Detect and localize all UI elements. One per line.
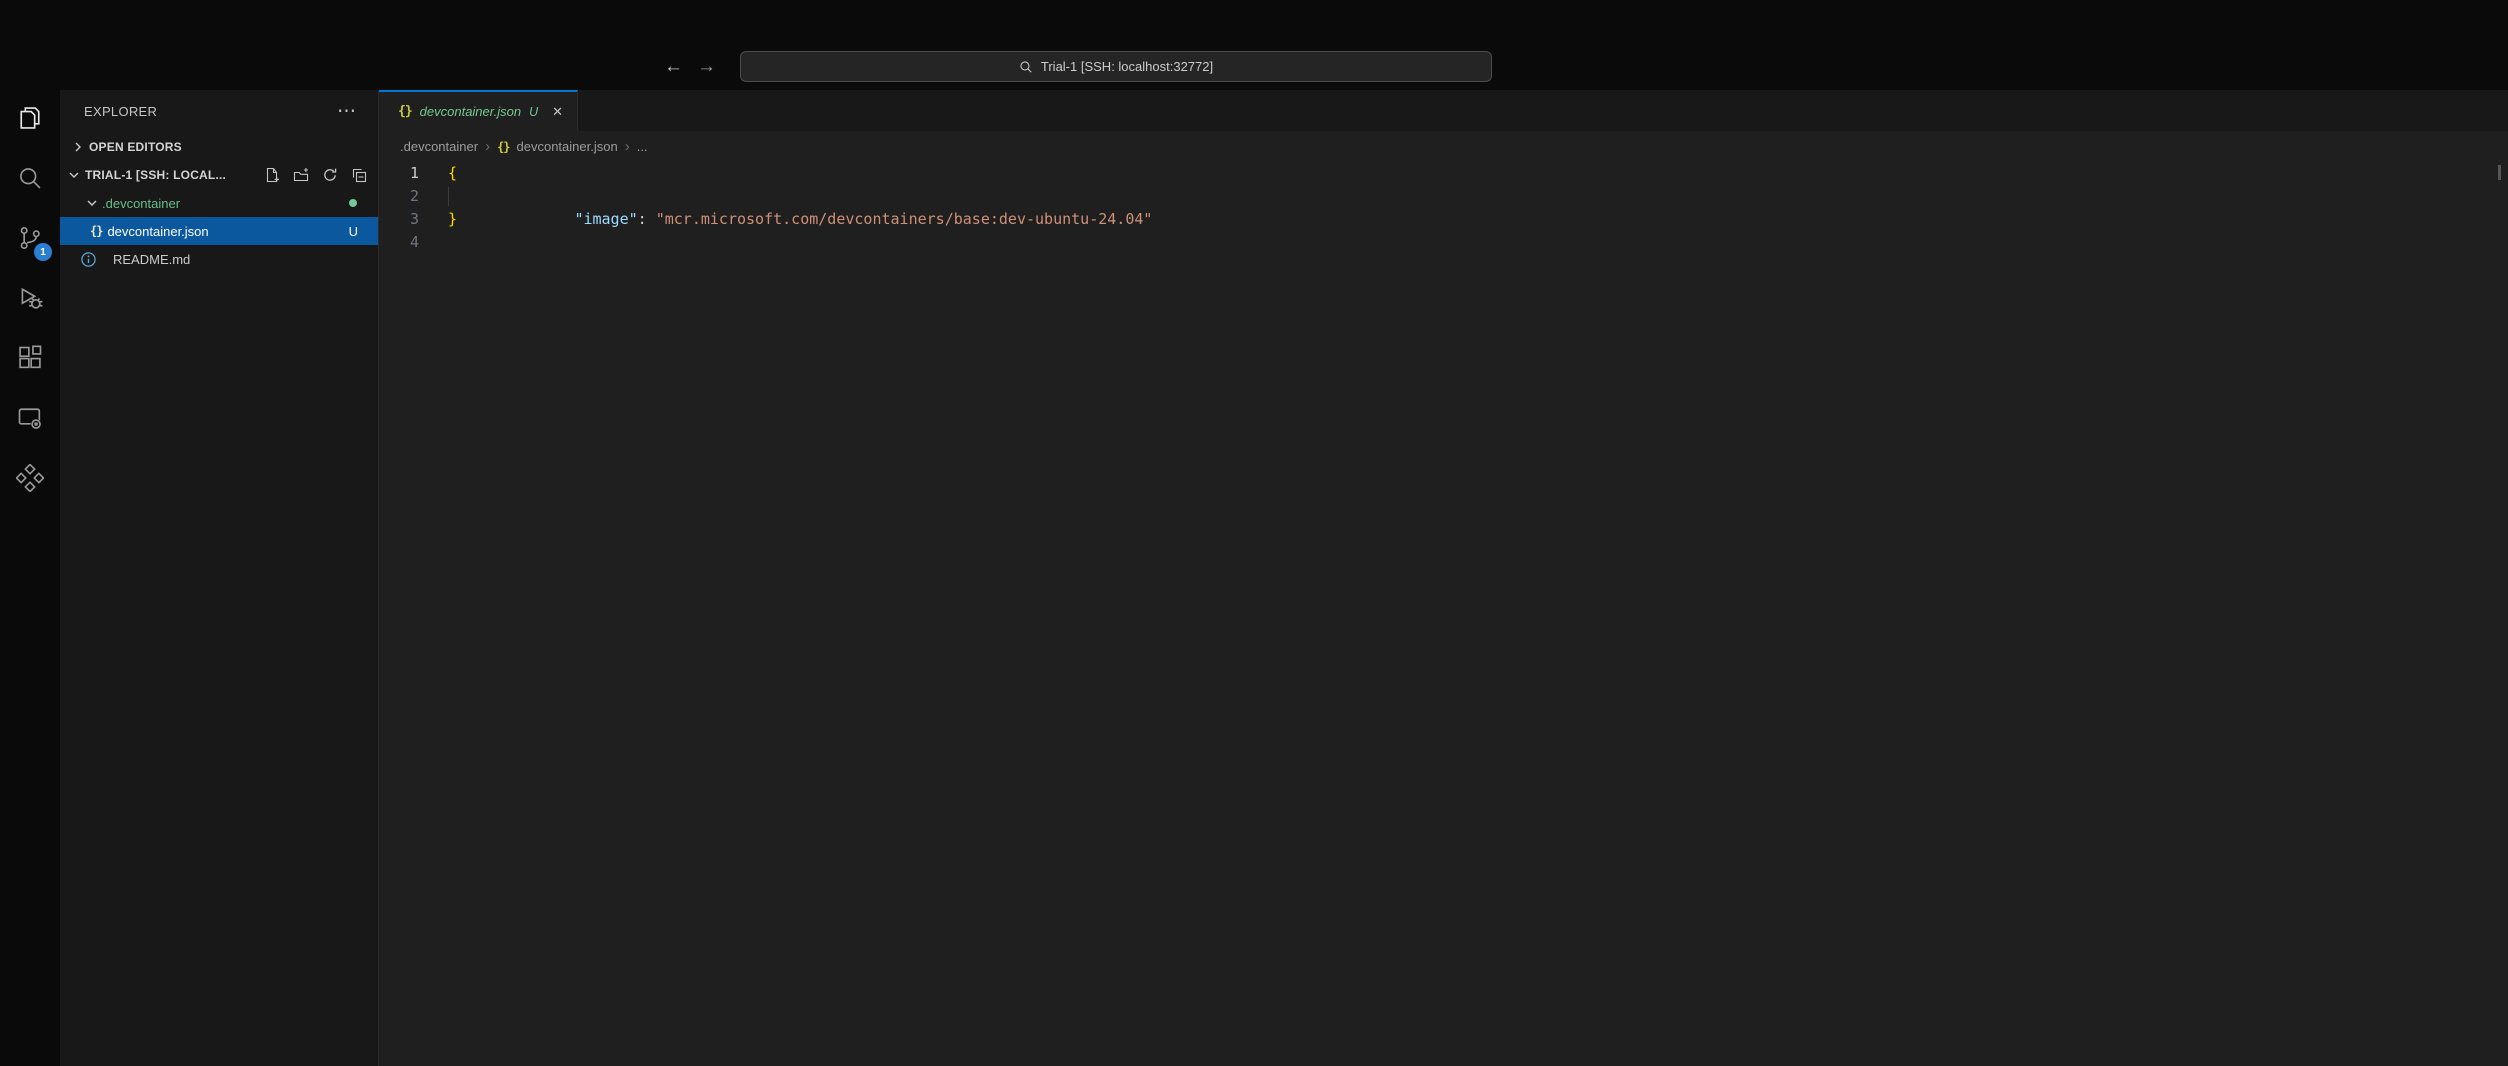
explorer-sidebar: EXPLORER ⋯ OPEN EDITORS TRIAL-1 [SSH: LO… [60, 90, 379, 1066]
tab-label: devcontainer.json [420, 104, 521, 119]
indent-guide [448, 187, 449, 206]
remote-explorer-icon [16, 404, 44, 437]
chevron-down-icon [66, 167, 82, 183]
git-untracked-badge: U [529, 105, 538, 119]
workspace-section-header[interactable]: TRIAL-1 [SSH: LOCAL... [60, 161, 378, 189]
json-file-icon: {} [90, 224, 102, 238]
overview-ruler-mark [2498, 165, 2501, 180]
open-brace-token: { [448, 164, 457, 182]
json-file-icon: {} [398, 104, 412, 119]
activity-explorer-button[interactable] [0, 90, 60, 150]
tab-bar: {} devcontainer.json U ✕ [379, 90, 2508, 131]
activity-bar: 1 [0, 90, 60, 1066]
close-icon[interactable]: ✕ [552, 104, 563, 120]
collapse-all-button[interactable] [351, 167, 367, 183]
readme-info-icon [80, 251, 97, 268]
close-brace-token: } [448, 210, 457, 228]
open-editors-section-header[interactable]: OPEN EDITORS [60, 133, 378, 161]
tree-item-devcontainer-json[interactable]: {} devcontainer.json U [60, 217, 378, 245]
json-string-token: "mcr.microsoft.com/devcontainers/base:de… [656, 210, 1153, 228]
git-modified-dot [349, 199, 357, 207]
history-nav: ← → [664, 50, 716, 82]
json-key-token: "image" [574, 210, 637, 228]
colon-token: : [638, 210, 656, 228]
code-editor[interactable]: 1 { 2 "image": "mcr.microsoft.com/devcon… [379, 162, 2508, 1066]
tree-item-readme[interactable]: README.md [60, 245, 378, 273]
refresh-icon[interactable] [322, 167, 338, 183]
code-line[interactable]: 4 [379, 231, 2508, 254]
editor-group: {} devcontainer.json U ✕ .devcontainer ›… [379, 90, 2508, 1066]
search-icon [1019, 60, 1033, 74]
file-label: devcontainer.json [107, 224, 208, 239]
breadcrumb-file[interactable]: devcontainer.json [517, 139, 618, 154]
run-debug-icon [16, 284, 44, 317]
line-number[interactable]: 1 [379, 162, 433, 185]
folder-label: .devcontainer [102, 196, 180, 211]
search-icon [16, 164, 44, 197]
line-number[interactable]: 3 [379, 208, 433, 231]
workbench: 1 [0, 90, 2508, 1066]
code-line[interactable]: 1 { [379, 162, 2508, 185]
forward-button[interactable]: → [697, 57, 716, 76]
activity-containers-button[interactable] [0, 450, 60, 510]
activity-run-debug-button[interactable] [0, 270, 60, 330]
window-title: Trial-1 [SSH: localhost:32772] [1041, 59, 1213, 74]
file-label: README.md [113, 252, 190, 267]
tree-item-devcontainer-folder[interactable]: .devcontainer [60, 189, 378, 217]
views-more-button[interactable]: ⋯ [337, 102, 356, 121]
code-line[interactable]: 2 "image": "mcr.microsoft.com/devcontain… [379, 185, 2508, 208]
activity-search-button[interactable] [0, 150, 60, 210]
tab-devcontainer-json[interactable]: {} devcontainer.json U ✕ [379, 90, 578, 131]
indent-token [538, 210, 574, 228]
git-untracked-badge: U [349, 224, 358, 239]
new-file-button[interactable] [264, 167, 280, 183]
chevron-down-icon [84, 195, 100, 211]
breadcrumb: .devcontainer › {} devcontainer.json › .… [379, 131, 2508, 162]
json-file-icon: {} [497, 140, 509, 154]
chevron-right-icon: › [625, 138, 630, 155]
chevron-right-icon [70, 139, 86, 155]
workspace-label: TRIAL-1 [SSH: LOCAL... [85, 168, 226, 182]
activity-extensions-button[interactable] [0, 330, 60, 390]
line-number[interactable]: 4 [379, 231, 433, 254]
chevron-right-icon: › [485, 138, 490, 155]
title-bar: ← → Trial-1 [SSH: localhost:32772] [0, 0, 2508, 90]
sidebar-title: EXPLORER [84, 104, 157, 119]
activity-source-control-button[interactable]: 1 [0, 210, 60, 270]
extensions-icon [16, 344, 44, 377]
source-control-badge: 1 [34, 243, 52, 261]
command-center[interactable]: Trial-1 [SSH: localhost:32772] [740, 51, 1492, 82]
open-editors-label: OPEN EDITORS [89, 140, 182, 154]
breadcrumb-symbols[interactable]: ... [637, 139, 648, 154]
activity-remote-explorer-button[interactable] [0, 390, 60, 450]
new-folder-button[interactable] [293, 167, 309, 183]
line-number[interactable]: 2 [379, 185, 433, 208]
breadcrumb-folder[interactable]: .devcontainer [400, 139, 478, 154]
back-button[interactable]: ← [664, 57, 683, 76]
files-icon [16, 104, 44, 137]
containers-icon [16, 464, 44, 497]
